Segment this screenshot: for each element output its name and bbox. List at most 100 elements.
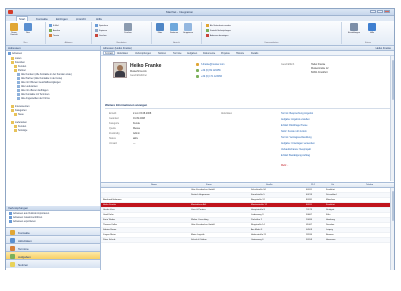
activity-item[interactable]: E-Mail: Bestätigung Auftrag — [281, 154, 310, 157]
copy-button[interactable]: Kopieren — [95, 29, 107, 32]
tree-item-partner[interactable]: Partner — [14, 69, 26, 72]
tab-aufgaben[interactable]: Aufgaben — [187, 52, 197, 55]
query-icon — [17, 77, 20, 80]
tree-item-interessenten[interactable]: Interessenten — [11, 105, 30, 108]
title-bar: MacNet - Integration — [6, 9, 394, 16]
send-card-button[interactable]: Als Visitenkarte senden — [206, 24, 231, 27]
new-button[interactable]: Neu — [22, 23, 34, 38]
minimize-button[interactable] — [370, 10, 376, 13]
scrollbar-thumb[interactable] — [391, 191, 394, 221]
tab-details[interactable]: Details — [251, 52, 258, 55]
app-window: MacNet - Integration Start Kontakte Einf… — [5, 8, 395, 271]
delete-button[interactable]: Löschen — [95, 34, 107, 37]
save-button[interactable]: Speichern — [95, 24, 108, 27]
contact-name: Heiko Franke — [130, 63, 162, 69]
ribbon-group-neu: Neuer Kontakt Neu Neu — [6, 22, 46, 44]
activity-item[interactable]: Aufgabe: Unterlagen versenden — [281, 142, 315, 145]
field-value: Messe — [133, 127, 141, 130]
tree-item-adressen[interactable]: Adressen — [8, 52, 22, 55]
new-contact-button[interactable]: Neuer Kontakt — [8, 23, 20, 38]
column-header[interactable]: Firma — [206, 184, 212, 186]
ribbon-group-ansicht: Filter Sortieren Gruppieren Ansicht — [152, 22, 202, 44]
shortcut-merge[interactable]: Adressen zusammenführen — [9, 216, 42, 219]
tree-item-query[interactable]: Alle Kunden (Alle Kontakte in der Kunden… — [17, 73, 72, 76]
tab-dokumente[interactable]: Dokumente — [203, 52, 215, 55]
email-button[interactable]: E-Mail — [49, 24, 59, 27]
tab-verknuepfungen[interactable]: Verknüpfungen — [135, 52, 151, 55]
clean-addresses-button[interactable]: Adressen bereinigen — [206, 34, 228, 37]
close-button[interactable] — [384, 10, 390, 13]
window-title: MacNet - Integration — [166, 10, 194, 14]
activity-item[interactable]: Termin: Vertragsverhandlung — [281, 136, 312, 139]
contact-links-button[interactable]: Kontakt-Verknüpfungen — [206, 29, 231, 32]
activity-item[interactable]: Aufgabe: Angebot erstellen — [281, 118, 310, 121]
tree-item-kunden[interactable]: Kunden — [14, 65, 26, 68]
link-icon — [206, 29, 209, 32]
contact-phone-mobile[interactable]: +49 (0) 171 123456 — [201, 75, 222, 78]
navigation-pane: Adressen Adressen Listen Favoriten Kunde… — [6, 46, 101, 270]
activity-item[interactable]: Termin: Besprechung Angebot — [281, 112, 313, 115]
tree-item-kunden-2[interactable]: Kunden — [14, 125, 26, 128]
tree-item-query[interactable]: Alle Partner (Alle Kontakte in der Liste… — [17, 77, 62, 80]
sort-button[interactable]: Sortieren — [168, 23, 180, 38]
maximize-button[interactable] — [377, 10, 383, 13]
breadcrumb: Adressen (Heiko Franke) — [103, 46, 132, 50]
activity-item[interactable]: E-Mail: Rückfrage Preise — [281, 124, 307, 127]
scrollbar-thumb[interactable] — [391, 60, 394, 100]
tree-item-query[interactable]: Alle Kontakte mit Terminen — [17, 93, 49, 96]
tab-aktivitaeten[interactable]: Aktivitäten — [117, 52, 128, 55]
tree-item-favoriten[interactable]: Favoriten — [11, 61, 25, 64]
help-button[interactable]: Hilfe — [366, 23, 378, 38]
tree-item-kategorien[interactable]: Kategorien — [11, 109, 27, 112]
grid-scrollbar[interactable] — [390, 188, 394, 270]
column-header[interactable]: Name — [151, 184, 157, 186]
activity-item[interactable]: Verkaufschance: Neuprojekt — [281, 148, 311, 151]
app-menu-button[interactable] — [8, 10, 13, 14]
table-row[interactable]: Peter Schulz Schulz & Söhne Gartenweg 6 301… — [101, 238, 394, 243]
column-header[interactable]: Telefon — [366, 184, 373, 186]
new-item-icon — [24, 23, 32, 31]
more-info-title[interactable]: Weitere Informationen anzeigen — [105, 103, 147, 107]
appointment-button[interactable]: Termin — [49, 34, 59, 37]
tree-item-query[interactable]: Alle mit Offenen Geschäftsvorgängen — [17, 81, 61, 84]
tree-item-neue[interactable]: Neue — [14, 113, 24, 116]
field-value: 01.09.2008 — [133, 117, 145, 120]
folder-icon — [14, 65, 17, 68]
tab-kontakt[interactable]: Kontakt — [103, 51, 116, 55]
nav-button-notizen[interactable]: Notizen — [6, 259, 100, 268]
help-icon — [368, 23, 376, 31]
tab-termine[interactable]: Termine — [173, 52, 182, 55]
print-button[interactable]: Drucken — [122, 23, 134, 38]
column-header[interactable]: Ort — [331, 184, 334, 186]
call-button[interactable]: Anrufen — [49, 29, 60, 32]
tree-item-lieferanten[interactable]: Lieferanten — [11, 121, 27, 124]
tab-historie[interactable]: Historie — [236, 52, 244, 55]
main-pane: Adressen (Heiko Franke) Heiko Franke Kon… — [101, 46, 394, 271]
shortcut-export[interactable]: Adressen exportieren — [9, 220, 36, 223]
activity-item[interactable]: Notiz: Kunde ruft zurück — [281, 130, 307, 133]
shortcut-import[interactable]: Adressen aus Outlook importieren — [9, 212, 49, 215]
tree-item-listen[interactable]: Listen — [11, 57, 21, 60]
filter-button[interactable]: Filter — [154, 23, 166, 38]
tree-item-query[interactable]: Alle Angestellten der Firma — [17, 97, 50, 100]
settings-button[interactable]: Einstellungen — [348, 23, 360, 38]
contact-phone-business[interactable]: +49 (0) 69 123456 — [201, 69, 221, 72]
tab-projekte[interactable]: Projekte — [221, 52, 230, 55]
activities-label: Aktivitäten — [221, 112, 233, 115]
tree-item-query[interactable]: Alle mit offenen Aufträgen — [17, 89, 48, 92]
more-link[interactable]: Mehr... — [281, 164, 288, 167]
envelope-icon — [49, 24, 52, 27]
ribbon-group-bearbeiten: Speichern Kopieren Löschen Drucken Bearb… — [92, 22, 152, 44]
detail-scrollbar[interactable] — [390, 56, 394, 181]
column-header[interactable]: Straße — [266, 184, 273, 186]
field-label: Kategorie — [109, 122, 120, 125]
contacts-grid: Name Firma Straße PLZ Ort Telefon Glas K… — [101, 182, 394, 271]
contact-email-link[interactable]: h.franke@muster.com — [201, 63, 224, 66]
contact-company: Musterfirma AG — [130, 70, 147, 73]
merge-icon — [9, 216, 12, 219]
column-header[interactable]: PLZ — [311, 184, 315, 186]
tab-notizen[interactable]: Notizen — [158, 52, 166, 55]
group-button[interactable]: Gruppieren — [182, 23, 194, 38]
tree-item-sonstige[interactable]: Sonstige — [14, 129, 27, 132]
tree-item-query[interactable]: Alle Lieferanten — [17, 85, 38, 88]
